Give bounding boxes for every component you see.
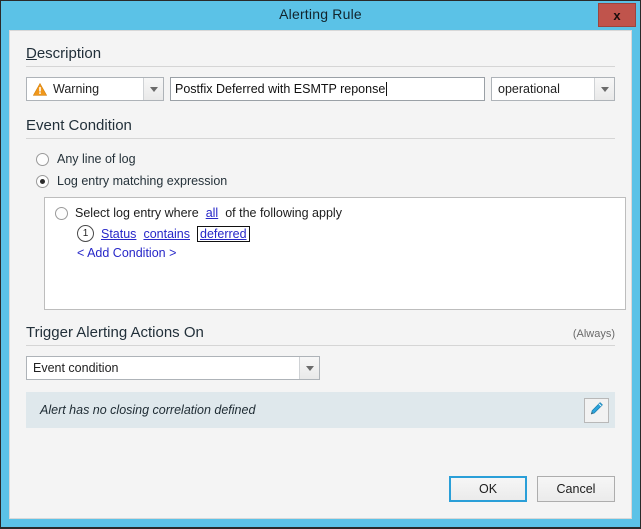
condition-row: 1 Status contains deferred [77, 225, 615, 242]
title-bar: Alerting Rule x [1, 1, 640, 30]
trigger-value: Event condition [33, 361, 119, 375]
alerting-rule-dialog: Alerting Rule x Description Warning Post… [0, 0, 641, 529]
select-log-entry-radio[interactable] [55, 206, 68, 220]
radio-log-entry-matching-expression-indicator[interactable] [36, 174, 49, 188]
close-icon: x [613, 7, 621, 23]
dialog-footer: OK Cancel [10, 460, 631, 518]
description-section-title: Description [26, 45, 102, 62]
condition-value-link[interactable]: deferred [197, 225, 250, 242]
match-mode-link[interactable]: all [206, 206, 219, 220]
channel-dropdown-label: operational [492, 82, 594, 96]
window-title: Alerting Rule [279, 6, 362, 22]
radio-log-entry-matching-expression-label: Log entry matching expression [57, 174, 228, 188]
channel-dropdown[interactable]: operational [491, 77, 615, 101]
select-log-entry-suffix: of the following apply [225, 206, 342, 220]
trigger-dropdown[interactable]: Event condition [26, 356, 320, 380]
condition-operator-link[interactable]: contains [143, 227, 190, 241]
radio-any-line-of-log[interactable]: Any line of log [36, 149, 615, 169]
correlation-message: Alert has no closing correlation defined [40, 403, 256, 417]
description-row: Warning Postfix Deferred with ESMTP repo… [26, 77, 615, 101]
warning-triangle-icon [33, 82, 47, 96]
select-log-entry-prefix: Select log entry where [75, 206, 199, 220]
severity-value: Warning [53, 82, 100, 96]
trigger-section-header: Trigger Alerting Actions On (Always) [26, 324, 615, 341]
event-condition-section-title: Event Condition [26, 117, 132, 134]
event-condition-divider [26, 138, 615, 139]
severity-dropdown[interactable]: Warning [26, 77, 164, 101]
expression-box: Select log entry where all of the follow… [44, 197, 626, 310]
ok-button[interactable]: OK [449, 476, 527, 502]
severity-chevron-down-icon[interactable] [143, 78, 163, 100]
trigger-dropdown-label: Event condition [27, 361, 299, 375]
description-input-value: Postfix Deferred with ESMTP reponse [175, 82, 386, 96]
text-caret [386, 82, 388, 96]
description-access-key: D [26, 45, 37, 62]
radio-any-line-of-log-label: Any line of log [57, 152, 136, 166]
correlation-edit-button[interactable] [584, 397, 609, 423]
dialog-content: Description Warning Postfix Deferred wit… [10, 31, 631, 460]
event-condition-section-header: Event Condition [26, 117, 615, 134]
trigger-chevron-down-icon[interactable] [299, 357, 319, 379]
channel-chevron-down-icon[interactable] [594, 78, 614, 100]
trigger-section-title: Trigger Alerting Actions On [26, 324, 204, 341]
severity-dropdown-label: Warning [27, 82, 143, 96]
trigger-divider [26, 345, 615, 346]
cancel-button[interactable]: Cancel [537, 476, 615, 502]
add-condition-link[interactable]: < Add Condition > [77, 246, 176, 260]
radio-log-entry-matching-expression[interactable]: Log entry matching expression [36, 171, 615, 191]
select-log-entry-row[interactable]: Select log entry where all of the follow… [55, 206, 615, 220]
condition-field-link[interactable]: Status [101, 227, 136, 241]
trigger-section-note: (Always) [572, 328, 615, 340]
description-input[interactable]: Postfix Deferred with ESMTP reponse [170, 77, 485, 101]
description-divider [26, 66, 615, 67]
dialog-body: Description Warning Postfix Deferred wit… [9, 30, 632, 519]
correlation-panel: Alert has no closing correlation defined [26, 392, 615, 428]
channel-value: operational [498, 82, 560, 96]
trigger-section: Trigger Alerting Actions On (Always) Eve… [26, 324, 615, 428]
pencil-icon [589, 401, 604, 419]
close-button[interactable]: x [598, 3, 636, 27]
condition-number-badge: 1 [77, 225, 94, 242]
radio-any-line-of-log-indicator[interactable] [36, 152, 49, 166]
description-section-header: Description [26, 45, 615, 62]
